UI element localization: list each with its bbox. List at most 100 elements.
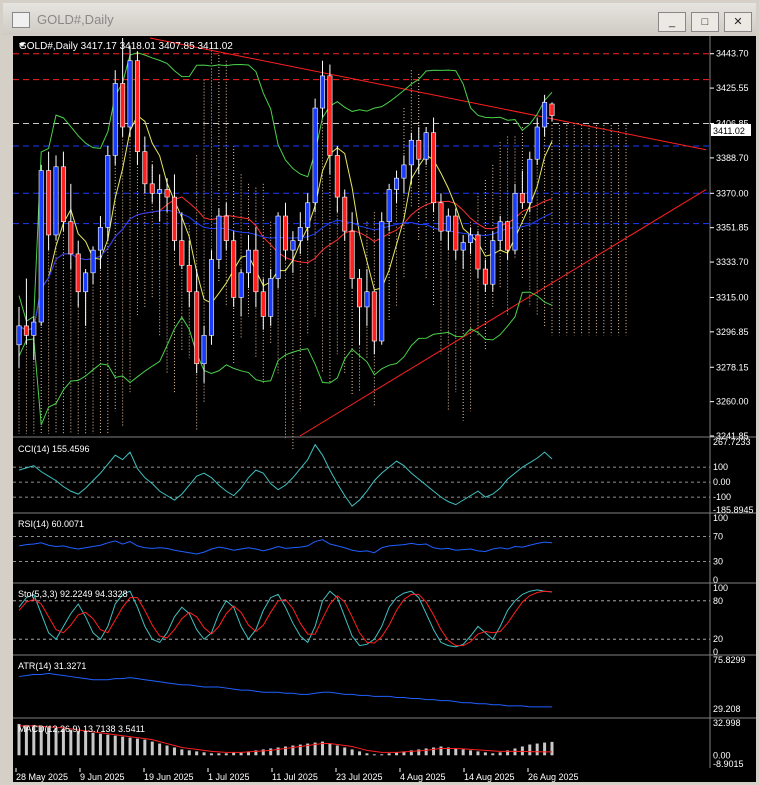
candle-body	[505, 221, 511, 251]
candle-body	[90, 249, 96, 274]
indicator-scale-label: 80	[713, 596, 723, 606]
candle-body	[208, 259, 214, 336]
atr-label: ATR(14) 31.3271	[18, 661, 86, 671]
macd-histogram-bar	[528, 744, 532, 756]
candle-body	[342, 196, 348, 232]
date-tick-label: 9 Jun 2025	[80, 772, 125, 782]
candle-body	[394, 177, 400, 190]
indicator-scale-label: 30	[713, 556, 723, 566]
macd-histogram-bar	[121, 736, 125, 756]
candle-body	[112, 83, 118, 156]
candle-body	[231, 240, 237, 298]
candle-body	[357, 278, 363, 308]
macd-histogram-bar	[150, 741, 154, 756]
cci-label: CCI(14) 155.4596	[18, 444, 90, 454]
atr-panel: 75.8299 29.208	[18, 655, 746, 714]
candle-body	[134, 60, 140, 152]
candle-body	[468, 234, 474, 243]
chart-svg[interactable]: 3443.703425.553406.853388.703370.003351.…	[0, 0, 759, 785]
macd-histogram-bar	[350, 749, 354, 756]
candle-body	[519, 192, 525, 204]
macd-histogram-bar	[261, 749, 265, 756]
indicator-scale-label: -100	[713, 492, 731, 502]
candle-body	[97, 227, 103, 251]
current-price-tag: 3411.02	[711, 124, 751, 136]
candle-body	[83, 272, 89, 293]
candle-body	[16, 325, 22, 346]
indicator-scale-label: 0.00	[713, 477, 731, 487]
macd-histogram-bar	[224, 753, 228, 756]
atr-line	[18, 672, 552, 708]
price-tick-label: 3333.70	[716, 257, 749, 267]
macd-histogram-bar	[128, 737, 132, 756]
date-tick-label: 26 Aug 2025	[528, 772, 579, 782]
date-tick-label: 14 Aug 2025	[464, 772, 515, 782]
price-tick-label: 3278.15	[716, 362, 749, 372]
date-tick-label: 1 Jul 2025	[208, 772, 250, 782]
candle-body	[327, 75, 333, 156]
indicator-scale-label: 70	[713, 532, 723, 542]
candle-body	[534, 126, 540, 160]
indicator-scale-label: 267.7233	[713, 437, 751, 447]
candle-body	[497, 221, 503, 241]
date-axis: 28 May 2025 9 Jun 2025 19 Jun 2025 1 Jul 20…	[15, 768, 579, 782]
candle-body	[549, 103, 555, 116]
macd-histogram-bar	[335, 745, 339, 756]
candle-body	[527, 158, 533, 204]
price-tick-label: 3388.70	[716, 153, 749, 163]
candle-body	[275, 215, 281, 279]
macd-histogram-bar	[432, 747, 436, 756]
macd-histogram-bar	[365, 753, 369, 756]
candle-body	[416, 139, 422, 160]
rsi-panel: 10070300	[13, 513, 728, 585]
candle-body	[223, 215, 229, 241]
price-tick-label: 3260.00	[716, 397, 749, 407]
macd-histogram-bar	[372, 754, 376, 756]
candle-body	[297, 227, 303, 241]
candle-body	[157, 189, 163, 194]
macd-histogram-bar	[269, 748, 273, 756]
chart-header: GOLD#,Daily 3417.17 3418.01 3407.85 3411…	[19, 41, 233, 52]
candle-body	[379, 221, 385, 342]
date-tick-label: 19 Jun 2025	[144, 772, 194, 782]
candle-body	[23, 325, 29, 336]
indicator-scale-label: 100	[713, 583, 728, 593]
candle-body	[60, 166, 66, 223]
candle-body	[186, 264, 192, 293]
date-tick-label: 28 May 2025	[16, 772, 68, 782]
candle-body	[238, 272, 244, 298]
candle-body	[253, 249, 259, 293]
price-tick-label: 3315.00	[716, 292, 749, 302]
macd-histogram-bar	[543, 742, 547, 756]
macd-histogram-bar	[358, 751, 362, 756]
macd-histogram-bar	[454, 748, 458, 756]
price-tick-label: 3296.85	[716, 327, 749, 337]
macd-histogram-bar	[202, 752, 206, 756]
candle-body	[386, 189, 392, 223]
candle-body	[312, 107, 318, 204]
macd-histogram-bar	[387, 753, 391, 756]
candle-body	[490, 240, 496, 285]
candle-body	[105, 155, 111, 228]
macd-histogram-bar	[113, 735, 117, 756]
candle-body	[371, 291, 377, 342]
candle-body	[216, 215, 222, 260]
macd-histogram-bar	[91, 732, 95, 756]
candle-body	[423, 132, 429, 160]
price-tick-label: 3443.70	[716, 49, 749, 59]
candle-body	[453, 215, 459, 251]
current-price-label: 3411.02	[713, 126, 745, 136]
indicator-scale-label: 32.998	[713, 718, 741, 728]
candle-body	[53, 166, 59, 236]
candle-body	[171, 196, 177, 241]
candle-body	[542, 102, 548, 128]
candle-body	[245, 249, 251, 274]
macd-histogram-bar	[469, 750, 473, 756]
price-tick-label: 3425.55	[716, 83, 749, 93]
candle-body	[401, 164, 407, 179]
indicator-scale-label: -8.9015	[713, 759, 744, 769]
candle-body	[38, 170, 44, 323]
indicator-scale-label: 100	[713, 462, 728, 472]
macd-histogram-bar	[98, 733, 102, 756]
macd-histogram-bar	[498, 752, 502, 756]
